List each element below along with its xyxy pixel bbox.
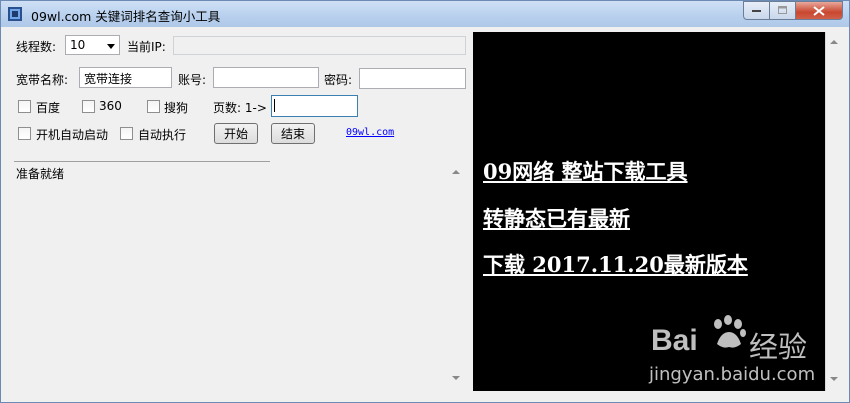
start-button[interactable]: 开始: [214, 123, 258, 144]
ip-field: [173, 36, 466, 55]
scroll-down-icon[interactable]: [452, 376, 460, 380]
minimize-icon: [751, 9, 761, 12]
account-label: 账号:: [178, 73, 207, 87]
broadband-label: 宽带名称:: [16, 73, 69, 87]
autostart-label: 开机自动启动: [36, 128, 109, 142]
scroll-up-icon[interactable]: [452, 170, 460, 174]
pages-label: 页数: 1->: [213, 101, 267, 115]
log-text: 准备就绪: [16, 167, 65, 181]
sogou-checkbox[interactable]: [147, 100, 160, 113]
360-label: 360: [99, 99, 122, 113]
account-field[interactable]: [213, 67, 319, 88]
watermark-brand: Bai: [651, 324, 698, 357]
baidu-label: 百度: [36, 101, 61, 115]
ad-panel[interactable]: 09网络 整站下载工具 转静态已有最新 下载 2017.11.20最新版本 Ba…: [473, 32, 825, 391]
scroll-up-icon[interactable]: [830, 40, 838, 44]
password-label: 密码:: [324, 73, 353, 87]
chevron-down-icon: [107, 44, 115, 49]
ip-label: 当前IP:: [127, 40, 166, 54]
maximize-button[interactable]: [769, 1, 796, 20]
ad-line-3[interactable]: 下载 2017.11.20最新版本: [483, 249, 748, 279]
autorun-label: 自动执行: [138, 128, 187, 142]
baidu-checkbox[interactable]: [18, 100, 31, 113]
scroll-down-icon[interactable]: [830, 377, 838, 381]
ad-line-2[interactable]: 转静态已有最新: [483, 203, 630, 233]
watermark-brand-2: 经验: [749, 330, 808, 364]
threads-value: 10: [70, 38, 86, 52]
app-icon: [7, 6, 23, 22]
password-field[interactable]: [359, 68, 466, 89]
app-window: 09wl.com 关键词排名查询小工具 线程数: 10 当前IP: 宽带名称: …: [0, 0, 850, 403]
ad-line-1[interactable]: 09网络 整站下载工具: [483, 156, 688, 186]
text-caret: [274, 99, 275, 112]
threads-label: 线程数:: [16, 40, 57, 54]
sogou-label: 搜狗: [164, 101, 189, 115]
maximize-icon: [777, 6, 787, 14]
threads-select[interactable]: 10: [65, 35, 120, 55]
stop-button[interactable]: 结束: [271, 123, 315, 144]
main-scrollbar[interactable]: [825, 32, 843, 391]
website-link[interactable]: 09wl.com: [346, 127, 394, 138]
window-title: 09wl.com 关键词排名查询小工具: [31, 9, 221, 24]
pages-field[interactable]: [271, 95, 358, 117]
broadband-field[interactable]: 宽带连接: [79, 67, 172, 88]
title-bar[interactable]: 09wl.com 关键词排名查询小工具: [1, 1, 849, 27]
close-button[interactable]: [795, 1, 843, 20]
log-area[interactable]: 准备就绪: [14, 162, 466, 390]
autostart-checkbox[interactable]: [18, 127, 31, 140]
360-checkbox[interactable]: [82, 100, 95, 113]
close-icon: [813, 5, 825, 16]
autorun-checkbox[interactable]: [120, 127, 133, 140]
paw-icon: [714, 315, 746, 348]
watermark-url: jingyan.baidu.com: [649, 364, 816, 385]
log-scrollbar[interactable]: [448, 162, 465, 390]
minimize-button[interactable]: [743, 1, 770, 20]
